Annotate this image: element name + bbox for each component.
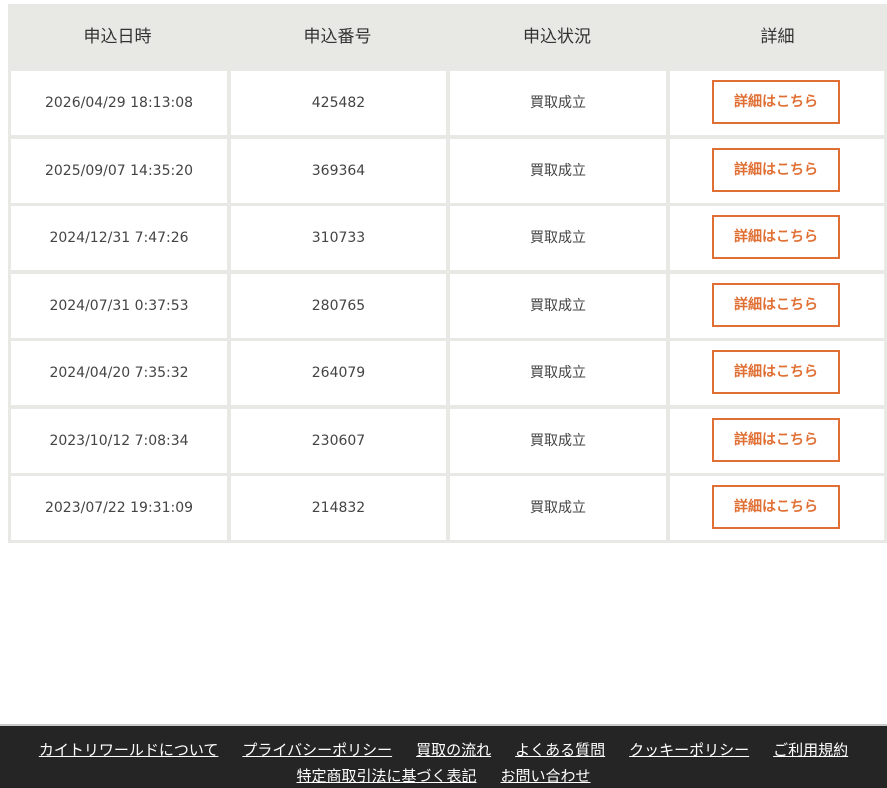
cell-number: 280765 <box>231 273 446 338</box>
detail-button[interactable]: 詳細はこちら <box>712 215 840 259</box>
footer-link[interactable]: お問い合わせ <box>501 767 591 785</box>
footer-links-row-2: 特定商取引法に基づく表記 お問い合わせ <box>0 765 887 786</box>
cell-detail: 詳細はこちら <box>670 206 884 270</box>
cell-date: 2023/07/22 19:31:09 <box>11 476 227 540</box>
detail-button[interactable]: 詳細はこちら <box>712 282 840 327</box>
cell-number: 230607 <box>231 408 446 473</box>
cell-detail: 詳細はこちら <box>670 71 884 135</box>
cell-detail: 詳細はこちら <box>670 476 884 540</box>
cell-status: 買取成立 <box>450 476 666 540</box>
cell-number: 425482 <box>231 71 446 135</box>
detail-button[interactable]: 詳細はこちら <box>712 80 840 124</box>
cell-date: 2024/12/31 7:47:26 <box>11 206 227 270</box>
cell-date: 2026/04/29 18:13:08 <box>11 71 227 135</box>
table-row: 2023/10/12 7:08:34 230607 買取成立 詳細はこちら <box>8 408 887 473</box>
detail-button[interactable]: 詳細はこちら <box>712 417 840 462</box>
detail-button[interactable]: 詳細はこちら <box>712 350 840 394</box>
table-row: 2026/04/29 18:13:08 425482 買取成立 詳細はこちら <box>8 71 887 135</box>
header-number: 申込番号 <box>303 27 372 47</box>
table-row: 2024/12/31 7:47:26 310733 買取成立 詳細はこちら <box>8 206 887 270</box>
footer-link[interactable]: クッキーポリシー <box>629 741 749 759</box>
cell-status: 買取成立 <box>450 341 666 405</box>
cell-number: 369364 <box>231 138 446 203</box>
header-status: 申込状況 <box>523 27 591 47</box>
footer: カイトリワールドについて プライバシーポリシー 買取の流れ よくある質問 クッキーポリシ… <box>0 724 887 788</box>
footer-link[interactable]: プライバシーポリシー <box>242 741 392 759</box>
cell-status: 買取成立 <box>450 206 666 270</box>
detail-button[interactable]: 詳細はこちら <box>712 485 840 529</box>
cell-number: 214832 <box>231 476 446 540</box>
cell-status: 買取成立 <box>450 408 666 473</box>
cell-status: 買取成立 <box>450 273 666 338</box>
cell-detail: 詳細はこちら <box>670 138 884 203</box>
cell-status: 買取成立 <box>450 138 666 203</box>
table-row: 2024/07/31 0:37:53 280765 買取成立 詳細はこちら <box>8 273 887 338</box>
table-row: 2023/07/22 19:31:09 214832 買取成立 詳細はこちら <box>8 476 887 540</box>
table-row: 2025/09/07 14:35:20 369364 買取成立 詳細はこちら <box>8 138 887 203</box>
footer-links-row-1: カイトリワールドについて プライバシーポリシー 買取の流れ よくある質問 クッキーポリシ… <box>0 739 887 760</box>
cell-detail: 詳細はこちら <box>670 408 884 473</box>
cell-number: 264079 <box>231 341 446 405</box>
cell-date: 2024/04/20 7:35:32 <box>11 341 227 405</box>
cell-status: 買取成立 <box>450 71 666 135</box>
applications-table: 申込日時 申込番号 申込状況 詳細 2026/04/29 18:13:08 425… <box>8 4 887 543</box>
cell-date: 2024/07/31 0:37:53 <box>11 273 227 338</box>
cell-number: 310733 <box>231 206 446 270</box>
header-date: 申込日時 <box>83 27 152 47</box>
page: 申込日時 申込番号 申込状況 詳細 2026/04/29 18:13:08 425… <box>0 0 887 788</box>
cell-detail: 詳細はこちら <box>670 273 884 338</box>
footer-link[interactable]: カイトリワールドについて <box>39 741 219 759</box>
cell-date: 2023/10/12 7:08:34 <box>11 408 227 473</box>
table-header: 申込日時 申込番号 申込状況 詳細 <box>8 4 887 70</box>
footer-link[interactable]: ご利用規約 <box>773 741 848 759</box>
cell-detail: 詳細はこちら <box>670 341 884 405</box>
footer-link[interactable]: 買取の流れ <box>416 741 491 759</box>
footer-link[interactable]: よくある質問 <box>515 741 605 759</box>
cell-date: 2025/09/07 14:35:20 <box>11 138 227 203</box>
table-row: 2024/04/20 7:35:32 264079 買取成立 詳細はこちら <box>8 341 887 405</box>
footer-link[interactable]: 特定商取引法に基づく表記 <box>296 767 476 785</box>
detail-button[interactable]: 詳細はこちら <box>712 147 840 192</box>
header-detail: 詳細 <box>760 27 795 47</box>
